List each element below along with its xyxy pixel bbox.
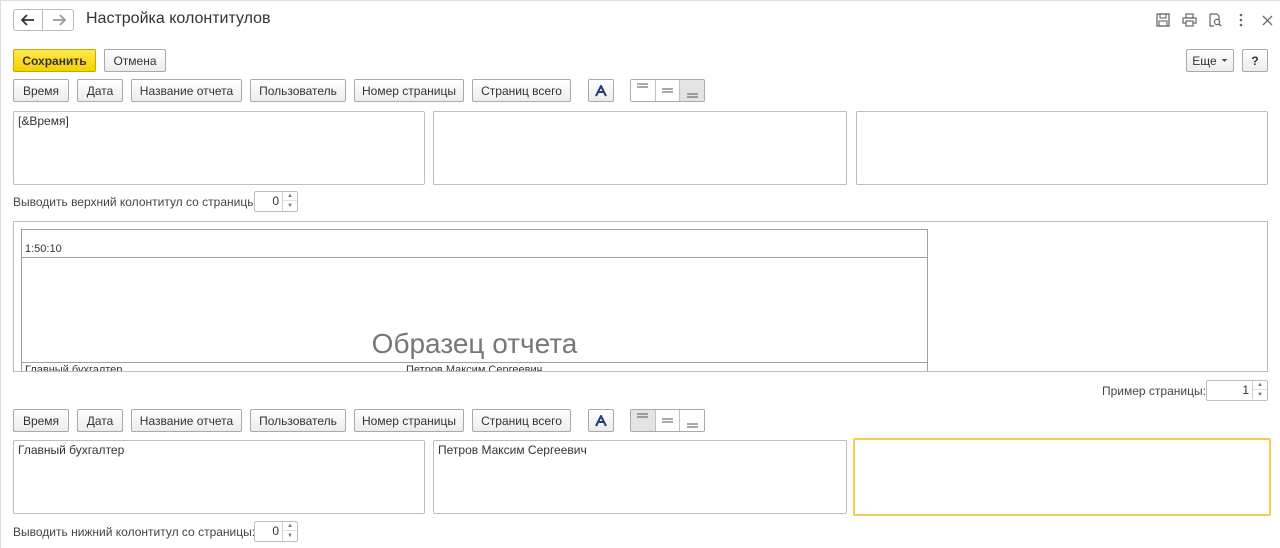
preview-header-text: 1:50:10	[25, 243, 62, 255]
footer-start-page-stepper[interactable]: 0 ▲ ▼	[254, 521, 298, 542]
font-letter-icon	[595, 84, 607, 96]
more-menu-button[interactable]: Еще	[1186, 49, 1234, 72]
footer-insert-pages-total-button[interactable]: Страниц всего	[472, 409, 571, 432]
footer-start-page-label: Выводить нижний колонтитул со страницы:	[13, 525, 256, 539]
align-top-icon	[637, 83, 649, 88]
more-vertical-icon	[1239, 13, 1243, 27]
footer-insert-report-name-button[interactable]: Название отчета	[131, 409, 242, 432]
header-align-middle-button[interactable]	[656, 80, 681, 101]
footer-center-textarea[interactable]: Петров Максим Сергеевич	[433, 440, 847, 514]
print-icon	[1181, 13, 1197, 27]
form-window: Настройка колонтитулов Сохранить Отмена …	[0, 0, 1280, 548]
footer-insert-page-number-button[interactable]: Номер страницы	[354, 409, 464, 432]
forward-arrow-icon	[52, 14, 66, 26]
more-actions-button[interactable]	[1232, 11, 1250, 29]
header-insert-pages-total-button[interactable]: Страниц всего	[472, 79, 571, 102]
header-insert-report-name-button[interactable]: Название отчета	[131, 79, 242, 102]
stepper-up-icon[interactable]: ▲	[1253, 381, 1267, 390]
footer-align-top-button[interactable]	[631, 410, 656, 431]
header-font-button[interactable]	[588, 79, 614, 102]
footer-right-textarea[interactable]	[853, 438, 1271, 516]
header-align-top-button[interactable]	[631, 80, 656, 101]
footer-insert-time-button[interactable]: Время	[13, 409, 69, 432]
header-center-textarea[interactable]	[433, 111, 847, 185]
save-button[interactable]: Сохранить	[13, 49, 96, 72]
footer-align-bottom-button[interactable]	[680, 410, 704, 431]
align-bottom-icon	[686, 93, 698, 98]
page-example-stepper[interactable]: 1 ▲ ▼	[1206, 380, 1268, 401]
stepper-down-icon[interactable]: ▼	[1253, 390, 1267, 399]
align-top-icon	[637, 413, 649, 418]
stepper-down-icon[interactable]: ▼	[283, 531, 297, 540]
header-align-bottom-button[interactable]	[680, 80, 705, 101]
preview-header: 1:50:10	[22, 230, 927, 258]
preview-body: Образец отчета	[22, 258, 927, 362]
save-disk-button[interactable]	[1154, 11, 1172, 29]
footer-start-page-value[interactable]: 0	[255, 522, 282, 541]
footer-insert-user-button[interactable]: Пользователь	[250, 409, 346, 432]
print-button[interactable]	[1180, 11, 1198, 29]
footer-font-button[interactable]	[588, 409, 614, 432]
close-button[interactable]	[1258, 11, 1276, 29]
stepper-down-icon[interactable]: ▼	[283, 201, 297, 210]
page-example-value[interactable]: 1	[1207, 381, 1252, 400]
cancel-button[interactable]: Отмена	[104, 49, 166, 72]
report-preview: 1:50:10 Образец отчета Главный бухгалтер…	[13, 221, 1268, 372]
chevron-down-icon	[1221, 59, 1228, 62]
header-start-page-label: Выводить верхний колонтитул со страницы:	[13, 195, 260, 209]
page-title: Настройка колонтитулов	[86, 10, 271, 27]
header-insert-date-button[interactable]: Дата	[77, 79, 123, 102]
footer-align-middle-button[interactable]	[656, 410, 681, 431]
align-middle-icon	[662, 418, 673, 423]
header-left-textarea[interactable]: [&Время]	[13, 111, 425, 185]
stepper-up-icon[interactable]: ▲	[283, 192, 297, 201]
footer-insert-date-button[interactable]: Дата	[77, 409, 123, 432]
header-start-page-value[interactable]: 0	[255, 192, 282, 211]
page-example-label: Пример страницы:	[1102, 384, 1206, 398]
align-bottom-icon	[686, 423, 698, 428]
preview-page: 1:50:10 Образец отчета Главный бухгалтер…	[21, 229, 928, 372]
stepper-up-icon[interactable]: ▲	[283, 522, 297, 531]
header-vertical-alignment	[630, 79, 705, 102]
header-insert-time-button[interactable]: Время	[13, 79, 69, 102]
back-button[interactable]	[13, 9, 43, 31]
header-right-textarea[interactable]	[856, 111, 1268, 185]
more-menu-label: Еще	[1192, 53, 1217, 68]
header-start-page-stepper[interactable]: 0 ▲ ▼	[254, 191, 298, 212]
help-button[interactable]: ?	[1242, 49, 1268, 72]
preview-footer: Главный бухгалтер Петров Максим Сергееви…	[22, 362, 927, 372]
back-arrow-icon	[21, 14, 34, 26]
header-insert-user-button[interactable]: Пользователь	[250, 79, 346, 102]
footer-left-textarea[interactable]: Главный бухгалтер	[13, 440, 425, 514]
forward-button[interactable]	[44, 9, 74, 31]
preview-sample-title: Образец отчета	[371, 328, 578, 359]
preview-icon	[1209, 13, 1222, 27]
font-letter-icon	[595, 414, 607, 426]
preview-footer-left: Главный бухгалтер	[25, 364, 123, 372]
save-disk-icon	[1156, 13, 1170, 27]
header-insert-page-number-button[interactable]: Номер страницы	[354, 79, 464, 102]
close-icon	[1262, 15, 1272, 25]
preview-footer-center: Петров Максим Сергеевич	[406, 364, 543, 372]
footer-vertical-alignment	[630, 409, 705, 432]
align-middle-icon	[662, 88, 673, 93]
preview-button[interactable]	[1206, 11, 1224, 29]
